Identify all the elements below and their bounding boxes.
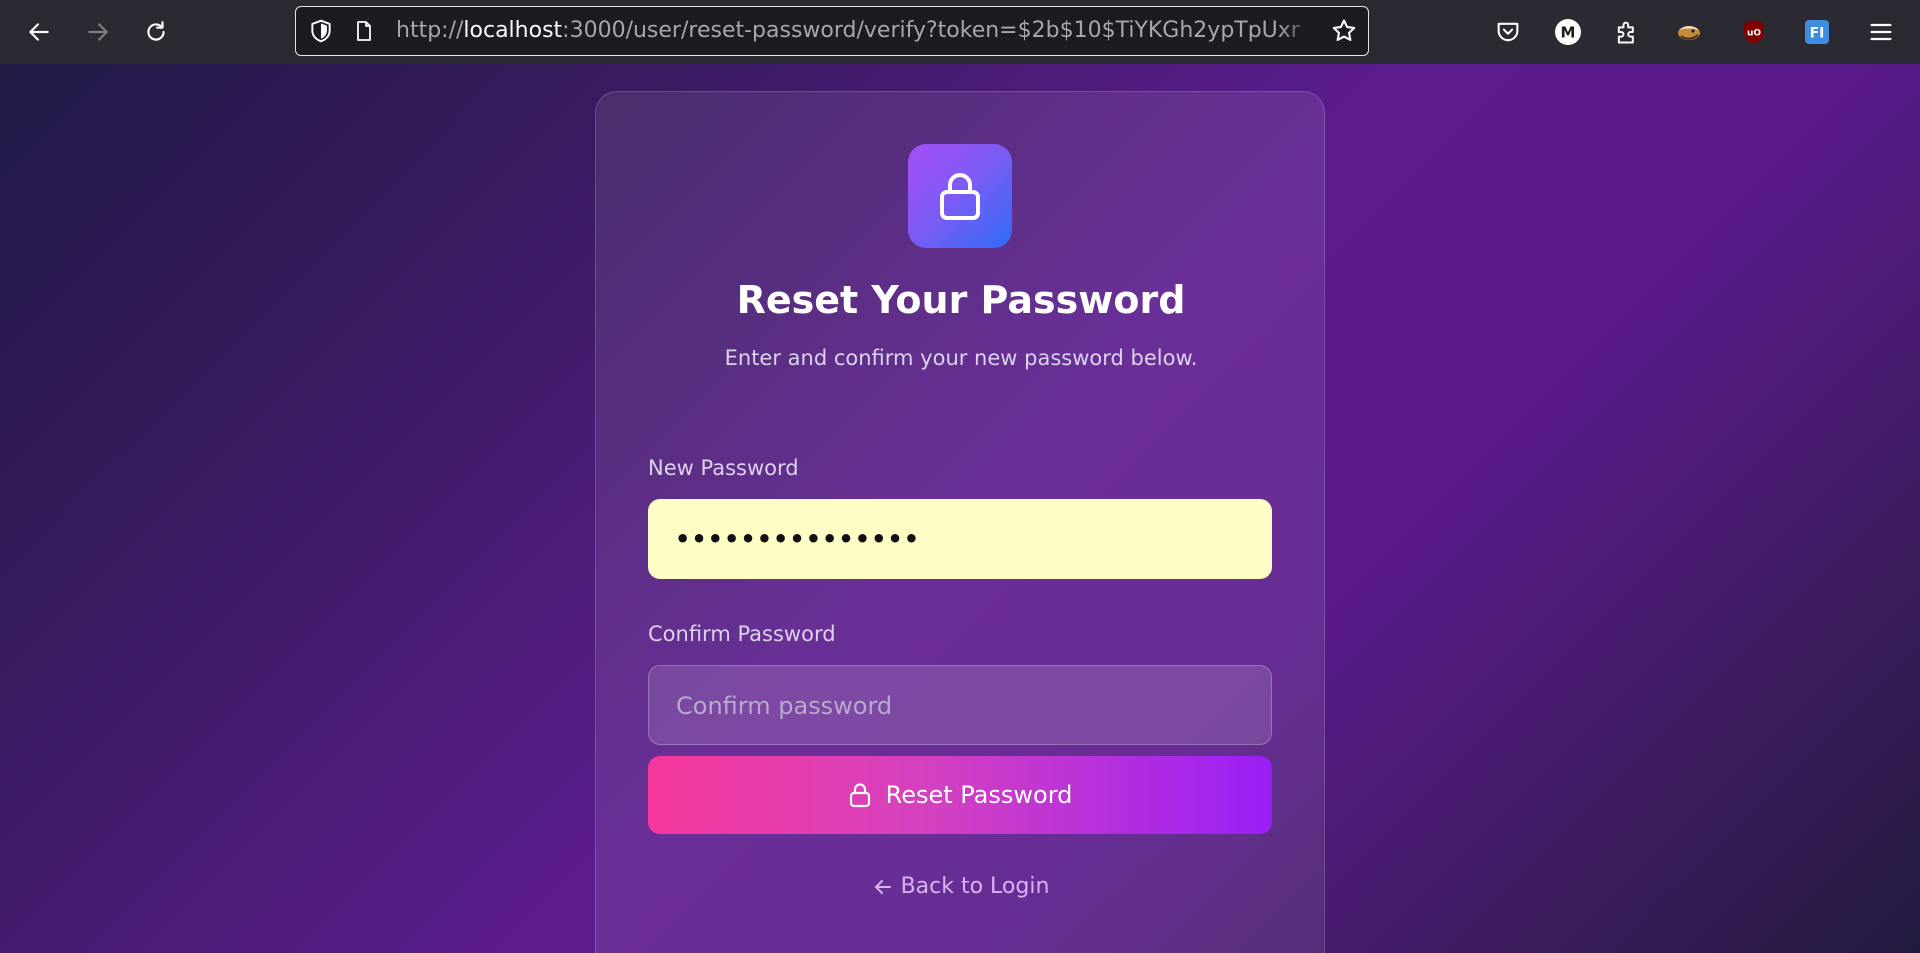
- back-to-login-label: Back to Login: [900, 874, 1050, 899]
- bird-extension-icon: [1678, 26, 1700, 40]
- back-button[interactable]: [19, 12, 59, 52]
- lock-badge: [908, 144, 1012, 248]
- address-bar[interactable]: http://localhost:3000/user/reset-passwor…: [295, 6, 1369, 56]
- fi-label: FI: [1810, 26, 1825, 42]
- browser-toolbar: http://localhost:3000/user/reset-passwor…: [0, 0, 1920, 64]
- reload-button[interactable]: [136, 12, 176, 52]
- new-password-input[interactable]: •••••••••••••••: [648, 499, 1272, 579]
- shield-icon[interactable]: [308, 18, 334, 44]
- extensions-button[interactable]: [1609, 14, 1645, 50]
- arrow-right-icon: [88, 23, 108, 41]
- arrow-left-icon: [29, 23, 49, 41]
- lock-icon: [849, 783, 870, 808]
- reset-password-button[interactable]: Reset Password: [648, 756, 1272, 834]
- reset-password-card: Reset Your Password Enter and confirm yo…: [595, 91, 1325, 953]
- confirm-password-label: Confirm Password: [648, 622, 836, 646]
- url-scheme: http://: [396, 18, 464, 43]
- ublock-button[interactable]: uO: [1736, 14, 1772, 50]
- ublock-label: uO: [1747, 29, 1761, 39]
- arrow-left-icon: [874, 879, 891, 894]
- pocket-button[interactable]: [1490, 14, 1526, 50]
- ublock-icon: uO: [1744, 20, 1764, 44]
- url-fade: [1278, 7, 1318, 55]
- lock-icon: [940, 173, 980, 220]
- page-background: Reset Your Password Enter and confirm yo…: [0, 64, 1920, 953]
- fi-extension-button[interactable]: FI: [1799, 14, 1835, 50]
- page-icon[interactable]: [352, 19, 376, 43]
- url-host: localhost: [463, 18, 563, 43]
- account-letter: M: [1561, 24, 1576, 42]
- new-password-label: New Password: [648, 456, 799, 480]
- url-path: :3000/user/reset-password/verify?token=$…: [562, 18, 1300, 43]
- hamburger-menu-icon: [1870, 23, 1892, 41]
- confirm-password-input[interactable]: Confirm password: [648, 665, 1272, 745]
- forward-button[interactable]: [78, 12, 118, 52]
- reload-icon: [147, 21, 165, 41]
- back-to-login-link[interactable]: Back to Login: [596, 874, 1326, 899]
- bird-extension-button[interactable]: [1671, 14, 1707, 50]
- page-subtitle: Enter and confirm your new password belo…: [724, 346, 1198, 370]
- pocket-icon: [1497, 22, 1519, 42]
- star-icon[interactable]: [1330, 17, 1358, 45]
- account-button[interactable]: M: [1550, 14, 1586, 50]
- url-text[interactable]: http://localhost:3000/user/reset-passwor…: [396, 18, 1320, 44]
- puzzle-icon: [1617, 21, 1634, 44]
- reset-password-button-label: Reset Password: [885, 781, 1073, 809]
- m-avatar-icon: M: [1555, 19, 1581, 45]
- fi-extension-icon: FI: [1805, 20, 1829, 44]
- page-title: Reset Your Password: [736, 278, 1186, 322]
- menu-button[interactable]: [1863, 14, 1899, 50]
